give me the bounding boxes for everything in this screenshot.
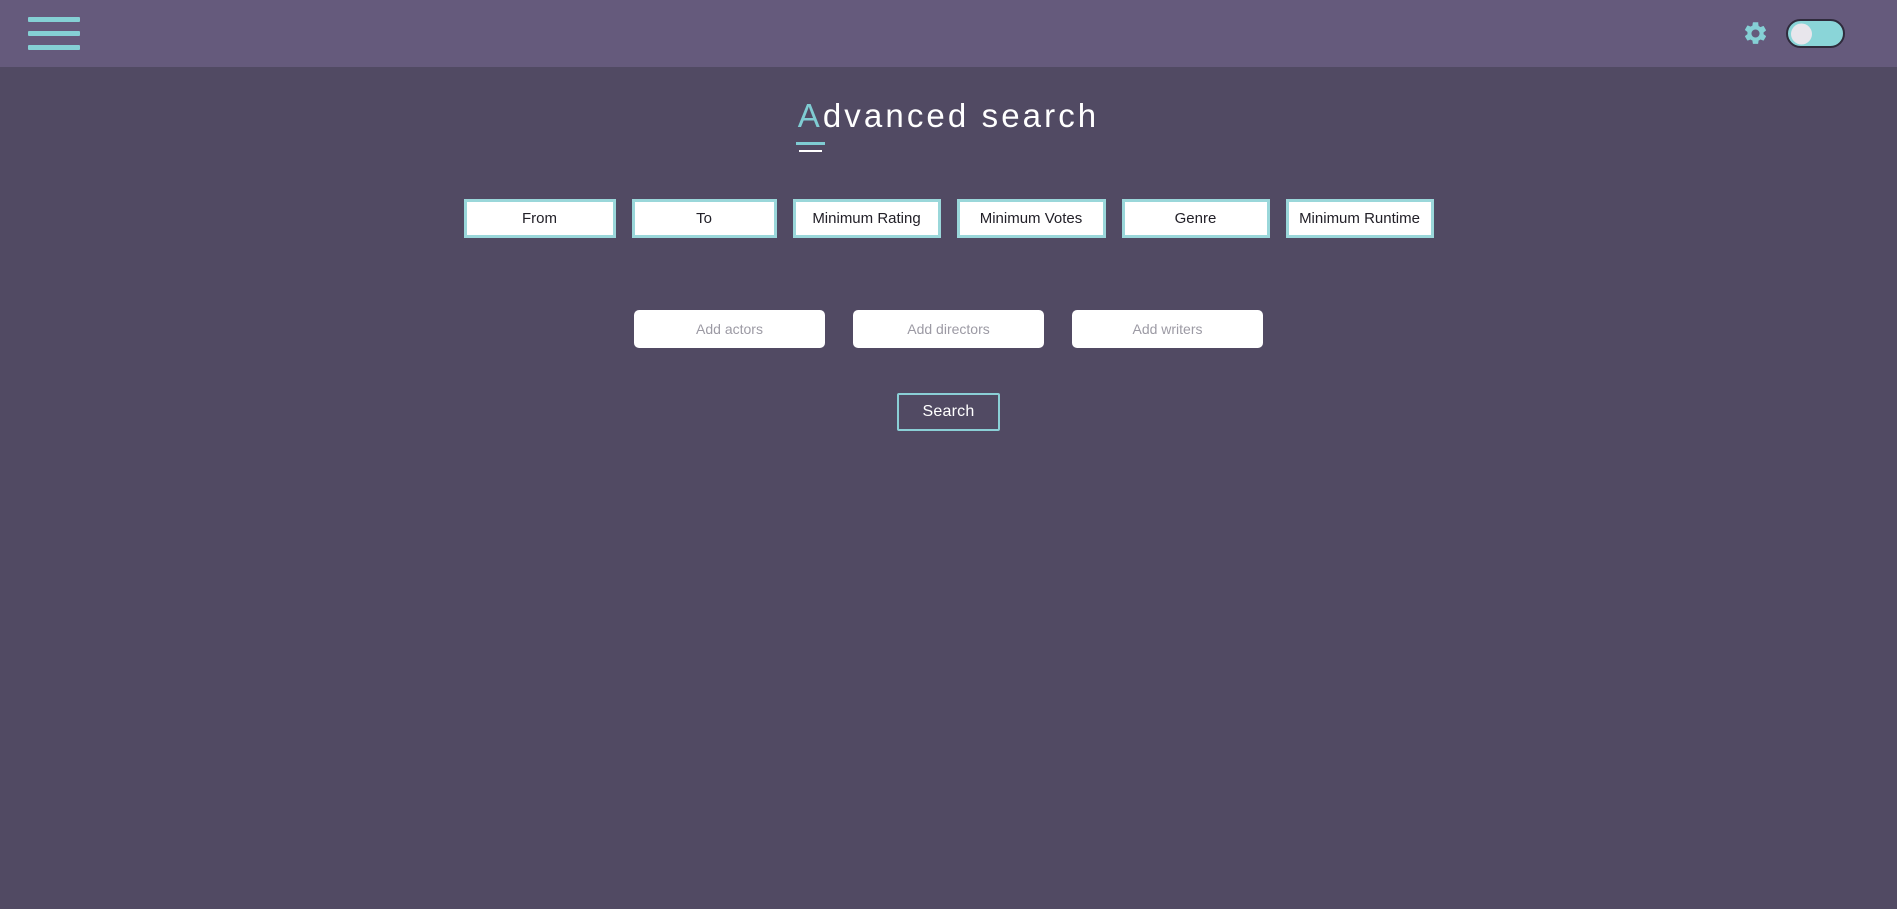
search-row: Search [0, 393, 1897, 432]
filter-select-minimum-runtime[interactable]: Minimum Runtime [1285, 199, 1434, 239]
filter-select-minimum-votes[interactable]: Minimum Votes [956, 199, 1106, 239]
add-directors-input[interactable] [853, 310, 1044, 349]
header-actions [1742, 19, 1875, 48]
add-actors-input[interactable] [634, 310, 825, 349]
hamburger-menu-icon[interactable] [28, 14, 80, 54]
gear-icon[interactable] [1742, 20, 1769, 47]
theme-toggle-switch[interactable] [1786, 19, 1845, 48]
app-header [0, 0, 1897, 67]
main-content: Advanced search From To Minimum Rating M… [0, 95, 1897, 909]
filters-row: From To Minimum Rating Minimum Votes Gen… [0, 199, 1897, 239]
add-writers-input[interactable] [1072, 310, 1263, 349]
hamburger-bar [28, 17, 80, 22]
toggle-knob [1791, 23, 1812, 44]
filter-select-genre[interactable]: Genre [1121, 199, 1270, 239]
hamburger-bar [28, 31, 80, 36]
filter-select-minimum-rating[interactable]: Minimum Rating [792, 199, 941, 239]
search-button[interactable]: Search [896, 393, 1001, 432]
page-title-initial: A [795, 95, 825, 153]
filter-select-to[interactable]: To [631, 199, 777, 239]
people-inputs-row [0, 310, 1897, 349]
hamburger-bar [28, 45, 80, 50]
page-title-rest: dvanced search [822, 97, 1100, 134]
page-title: Advanced search [0, 95, 1897, 153]
filter-select-from[interactable]: From [463, 199, 616, 239]
